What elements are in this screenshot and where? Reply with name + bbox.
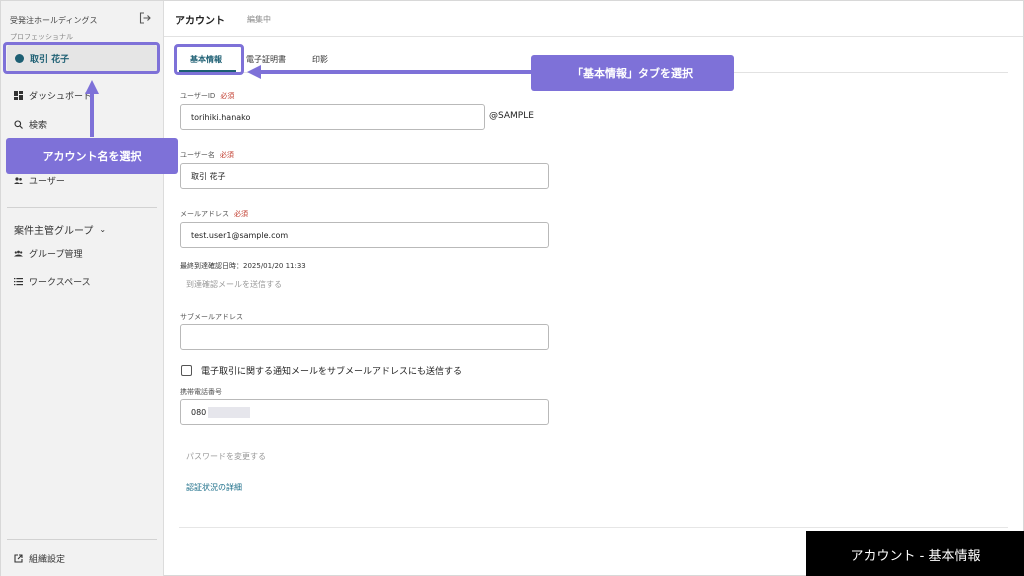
phone-label: 携帯電話番号 (180, 388, 222, 396)
topbar: アカウント 編集中 (164, 1, 1023, 37)
last-confirmed-datetime: 最終到達確認日時：2025/01/20 11:33 (180, 262, 306, 270)
required-badge: 必須 (220, 92, 235, 100)
sidebar-item-label: ダッシュボード (29, 92, 93, 102)
dashboard-icon (14, 91, 23, 100)
sidebar-item-label: 組織設定 (29, 555, 66, 565)
tab-seal[interactable]: 印影 (312, 54, 328, 65)
sidebar-item-workspace[interactable]: ワークスペース (14, 275, 91, 288)
user-id-label: ユーザーID 必須 (180, 92, 235, 100)
external-link-icon (14, 554, 23, 563)
sidebar-item-label: ユーザー (29, 177, 65, 187)
sidebar-item-label: ワークスペース (29, 278, 91, 288)
app-window: 受発注ホールディングス プロフェッショナル 取引 花子 ダッシュボード 検索 ユ… (0, 0, 1024, 576)
sidebar-item-search[interactable]: 検索 (14, 118, 47, 131)
email-label: メールアドレス 必須 (180, 210, 248, 218)
sidebar-item-group-management[interactable]: グループ管理 (14, 247, 82, 260)
chevron-down-icon: ⌄ (99, 225, 107, 234)
tab-highlight-box (174, 44, 244, 75)
logout-icon[interactable] (139, 12, 151, 24)
send-confirmation-link[interactable]: 到達確認メールを送信する (186, 279, 282, 290)
group-title: 案件主管グループ (14, 226, 94, 237)
screen-caption: アカウント - 基本情報 (806, 531, 1024, 576)
arrow-up-icon (85, 80, 99, 94)
change-password-link[interactable]: パスワードを変更する (186, 451, 266, 462)
sidebar-divider (7, 539, 157, 540)
account-callout: アカウント名を選択 (6, 138, 178, 174)
sidebar: 受発注ホールディングス プロフェッショナル 取引 花子 ダッシュボード 検索 ユ… (1, 1, 164, 576)
phone-value: 080 (191, 407, 207, 417)
sidebar-item-org-settings[interactable]: 組織設定 (14, 552, 65, 565)
page-title: アカウント (175, 16, 225, 27)
tab-arrow-shaft (260, 70, 531, 74)
required-badge: 必須 (219, 151, 234, 159)
group-icon (14, 250, 23, 257)
sidebar-item-users[interactable]: ユーザー (14, 174, 65, 187)
notify-checkbox-label: 電子取引に関する通知メールをサブメールアドレスにも送信する (201, 367, 463, 377)
sub-email-input[interactable] (180, 324, 549, 350)
plan-name: プロフェッショナル (10, 33, 73, 41)
sub-email-label: サブメールアドレス (180, 313, 243, 321)
sidebar-group-header[interactable]: 案件主管グループ ⌄ (14, 222, 106, 237)
account-arrow-shaft (90, 93, 94, 137)
notify-sub-email-option[interactable]: 電子取引に関する通知メールをサブメールアドレスにも送信する (181, 364, 462, 377)
user-name-input[interactable]: 取引 花子 (180, 163, 549, 189)
sidebar-divider (7, 207, 157, 208)
user-id-suffix: @SAMPLE (489, 111, 534, 121)
users-icon (14, 177, 23, 184)
sidebar-item-label: 検索 (29, 121, 48, 131)
phone-input[interactable]: 080 (180, 399, 549, 425)
search-icon (14, 120, 23, 129)
required-badge: 必須 (234, 210, 248, 218)
edit-status: 編集中 (247, 15, 271, 24)
tab-callout: 「基本情報」タブを選択 (531, 55, 734, 91)
sidebar-item-label: グループ管理 (29, 250, 83, 260)
notify-checkbox[interactable] (181, 365, 192, 376)
form-bottom-divider (179, 527, 1008, 528)
user-id-input[interactable]: torihiki.hanako (180, 104, 485, 130)
org-name: 受発注ホールディングス (10, 16, 98, 25)
auth-status-link[interactable]: 認証状況の詳細 (186, 482, 242, 493)
arrow-left-icon (247, 65, 261, 79)
account-highlight-box (3, 42, 160, 74)
list-icon (14, 278, 23, 286)
user-name-label: ユーザー名 必須 (180, 151, 234, 159)
sidebar-item-dashboard[interactable]: ダッシュボード (14, 89, 92, 102)
email-input[interactable]: test.user1@sample.com (180, 222, 549, 248)
masked-phone-digits (208, 406, 251, 418)
